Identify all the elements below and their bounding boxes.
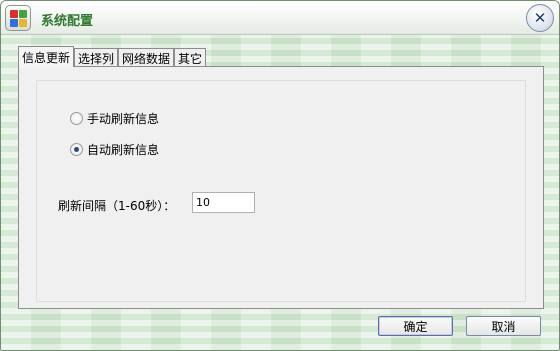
tab-strip: 信息更新 选择列 网络数据 其它 [18,46,207,67]
tab-panel-info-update: 手动刷新信息 自动刷新信息 刷新间隔（1-60秒）： [18,66,544,309]
tab-network-data[interactable]: 网络数据 [118,48,175,67]
window-title: 系统配置 [41,14,94,29]
ok-button[interactable]: 确定 [378,316,453,336]
tab-info-update[interactable]: 信息更新 [18,46,75,67]
manual-refresh-radio[interactable] [70,112,83,125]
close-icon: ✕ [533,9,547,27]
refresh-interval-input[interactable] [192,192,255,213]
tab-select-columns[interactable]: 选择列 [74,48,119,67]
auto-refresh-option[interactable]: 自动刷新信息 [70,141,159,158]
auto-refresh-radio[interactable] [70,143,83,156]
tab-other[interactable]: 其它 [174,48,207,67]
auto-refresh-label: 自动刷新信息 [87,143,160,157]
manual-refresh-label: 手动刷新信息 [87,112,160,126]
refresh-interval-label: 刷新间隔（1-60秒）： [58,199,176,213]
settings-group: 手动刷新信息 自动刷新信息 刷新间隔（1-60秒）： [36,80,526,302]
manual-refresh-option[interactable]: 手动刷新信息 [70,110,159,127]
config-dialog: 系统配置 ✕ 信息更新 选择列 网络数据 其它 手动刷新信息 自动刷新信息 刷新… [0,0,560,351]
close-button[interactable]: ✕ [526,4,554,32]
cancel-button[interactable]: 取消 [466,316,541,336]
title-bar[interactable]: 系统配置 ✕ [1,1,559,35]
app-grid-icon[interactable] [5,5,31,31]
tab-control: 信息更新 选择列 网络数据 其它 手动刷新信息 自动刷新信息 刷新间隔（1-60… [18,46,544,309]
